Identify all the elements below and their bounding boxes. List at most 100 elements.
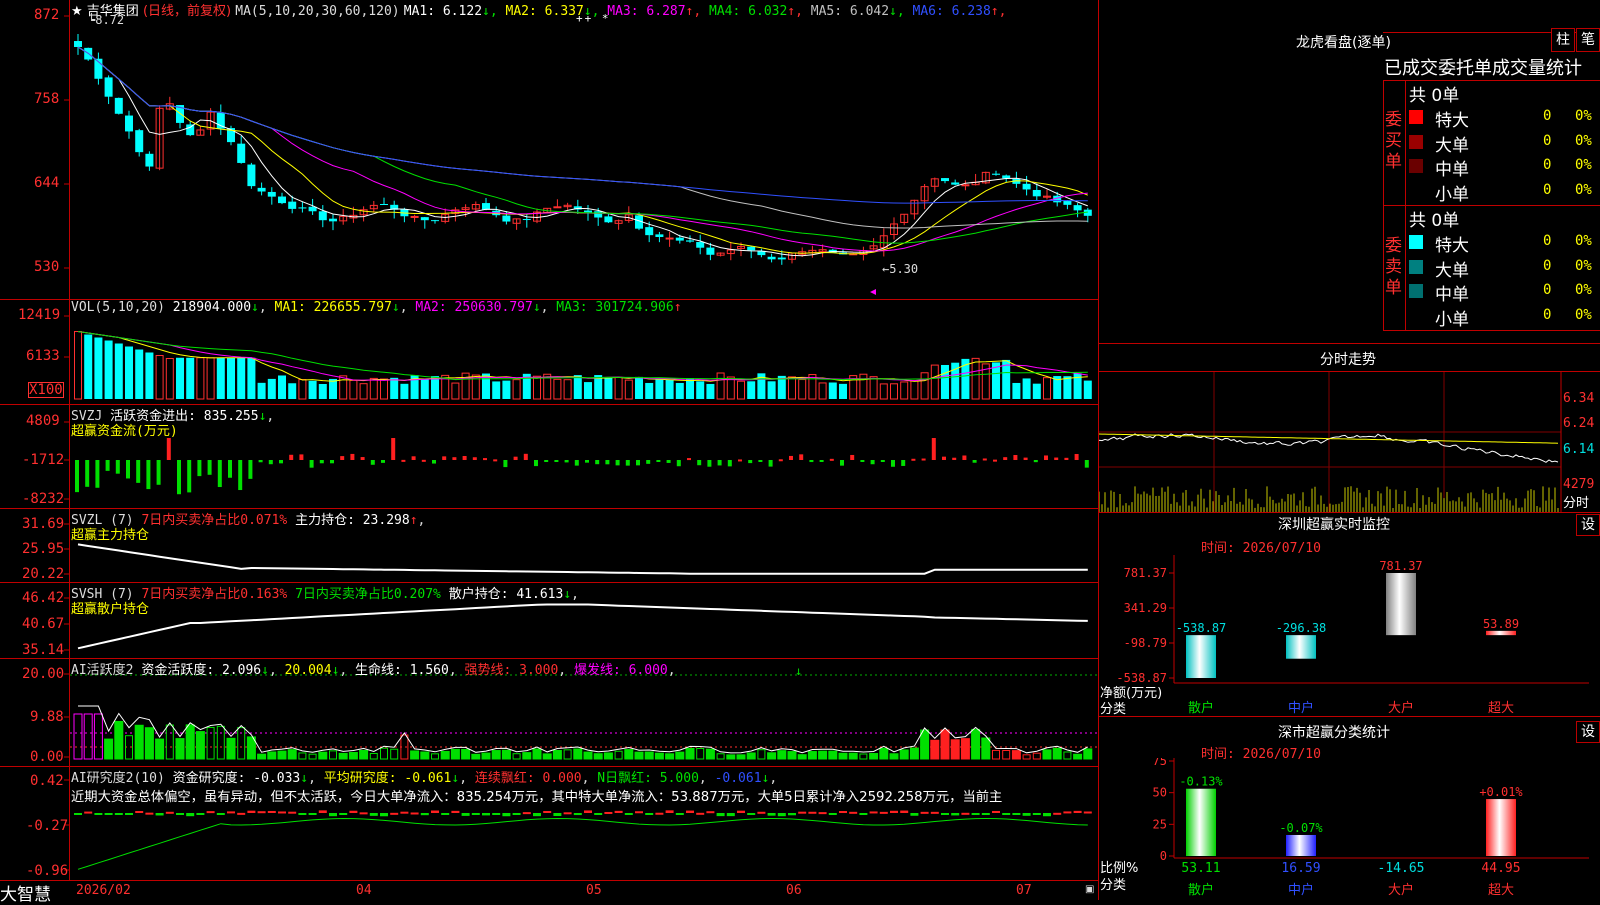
flow-bar — [228, 460, 232, 478]
category-label: 超大 — [1488, 701, 1514, 716]
btn-zhu[interactable]: 柱 — [1551, 28, 1575, 52]
candle-body — [410, 215, 419, 218]
bar — [1386, 573, 1416, 636]
active-bar — [431, 753, 439, 760]
flow-bar — [513, 456, 518, 460]
research-bar — [420, 813, 429, 816]
active-bar — [818, 750, 828, 760]
price-high-label: ┕8.72 — [88, 13, 125, 27]
monitor-settings-button[interactable]: 设 — [1576, 514, 1600, 536]
active-bar — [767, 752, 777, 760]
volume-bar — [869, 376, 878, 400]
main-chart-area[interactable]: ↓ — [0, 0, 1098, 900]
svzl-ytick: 31.69 — [22, 516, 65, 532]
volume-bar — [196, 357, 205, 400]
volume-bar — [655, 378, 664, 399]
active-bar — [879, 747, 889, 760]
ai-active-l1: 资金活跃度: 2.096 — [141, 663, 262, 678]
active-bar — [634, 751, 644, 760]
order-pct: 0% — [1575, 181, 1592, 198]
flow-bar — [503, 460, 508, 468]
btn-bi[interactable]: 笔 — [1576, 28, 1600, 52]
active-bar — [114, 720, 124, 760]
volume-bar — [155, 355, 164, 400]
active-bar — [450, 748, 460, 760]
ai-research — [74, 810, 1092, 870]
category-label: 中户 — [1288, 700, 1314, 716]
active-bar — [73, 713, 83, 760]
order-type: 特大 — [1435, 236, 1469, 256]
research-bar — [512, 813, 521, 815]
research-bar — [839, 811, 847, 814]
svsh-main: 散户持仓: 41.613 — [448, 587, 564, 602]
active-bar — [1022, 754, 1031, 760]
order-type: 大单 — [1435, 260, 1469, 281]
candle-body — [655, 234, 664, 237]
order-pct: 0% — [1575, 108, 1592, 124]
active-bar — [920, 729, 930, 760]
flow-bar — [789, 455, 793, 460]
volume-bar — [839, 383, 847, 399]
ma-line — [77, 46, 1088, 255]
order-row: 中单 0 0% — [1409, 280, 1599, 305]
research-bar — [369, 813, 378, 816]
flow-bar — [75, 460, 79, 493]
intraday-chart[interactable] — [1099, 372, 1600, 512]
flow-bar — [1084, 460, 1089, 468]
volume-bar — [186, 357, 195, 399]
x-axis-label: 07 — [1016, 883, 1032, 898]
active-bar — [992, 749, 1000, 760]
active-bar — [614, 750, 623, 760]
research-bar — [278, 811, 286, 814]
lock-icon[interactable]: ▣ — [1085, 884, 1094, 895]
research-bar — [920, 811, 929, 814]
svsh-line — [77, 603, 1088, 650]
vol-ytick: 12419 — [18, 307, 61, 323]
research-bar — [522, 812, 531, 815]
volume-bar — [645, 382, 654, 399]
volume-bar — [930, 364, 939, 400]
flow-bar — [840, 460, 844, 466]
flow-bar — [523, 453, 528, 460]
flow-bar — [217, 460, 222, 488]
research-bar — [482, 813, 490, 816]
color-swatch — [1409, 284, 1423, 298]
volume-bar — [380, 378, 388, 400]
x-axis-label: 05 — [586, 883, 602, 898]
order-row: 小单 0 0% — [1409, 180, 1599, 205]
flow-bar — [452, 457, 457, 460]
candles — [74, 34, 1092, 265]
candle-body — [1022, 183, 1031, 190]
active-bar — [1073, 753, 1083, 760]
volume-bar — [788, 376, 796, 400]
flow-bar — [330, 460, 334, 464]
research-bar — [1022, 813, 1031, 816]
flow-bar — [432, 460, 436, 464]
flow-bar — [972, 460, 977, 463]
classify-settings-button[interactable]: 设 — [1576, 721, 1600, 743]
flow-bar — [942, 456, 946, 460]
candle-body — [288, 201, 297, 209]
bar — [1186, 635, 1216, 678]
research-bar — [257, 811, 266, 814]
order-row: 小单 0 0% — [1409, 305, 1599, 330]
active-bar — [552, 750, 562, 760]
research-bar — [502, 813, 511, 817]
research-bar — [359, 812, 368, 815]
ma-line — [77, 46, 1088, 204]
flow-bar — [391, 438, 396, 460]
active-bar — [134, 724, 144, 760]
research-bar — [828, 813, 837, 815]
volume-bar — [451, 382, 460, 400]
research-bar — [471, 813, 480, 815]
active-bar — [83, 713, 93, 760]
bar-value-label: -14.65 — [1378, 861, 1425, 876]
candle-body — [145, 153, 154, 167]
category-label: 散户 — [1188, 700, 1214, 716]
volume-bar — [288, 383, 297, 399]
buy-total: 共 0单 — [1409, 86, 1460, 106]
research-bar — [84, 811, 93, 814]
dragon-title: 龙虎看盘(逐单) — [1296, 35, 1391, 51]
candle-body — [941, 178, 949, 182]
research-bar — [308, 813, 317, 815]
